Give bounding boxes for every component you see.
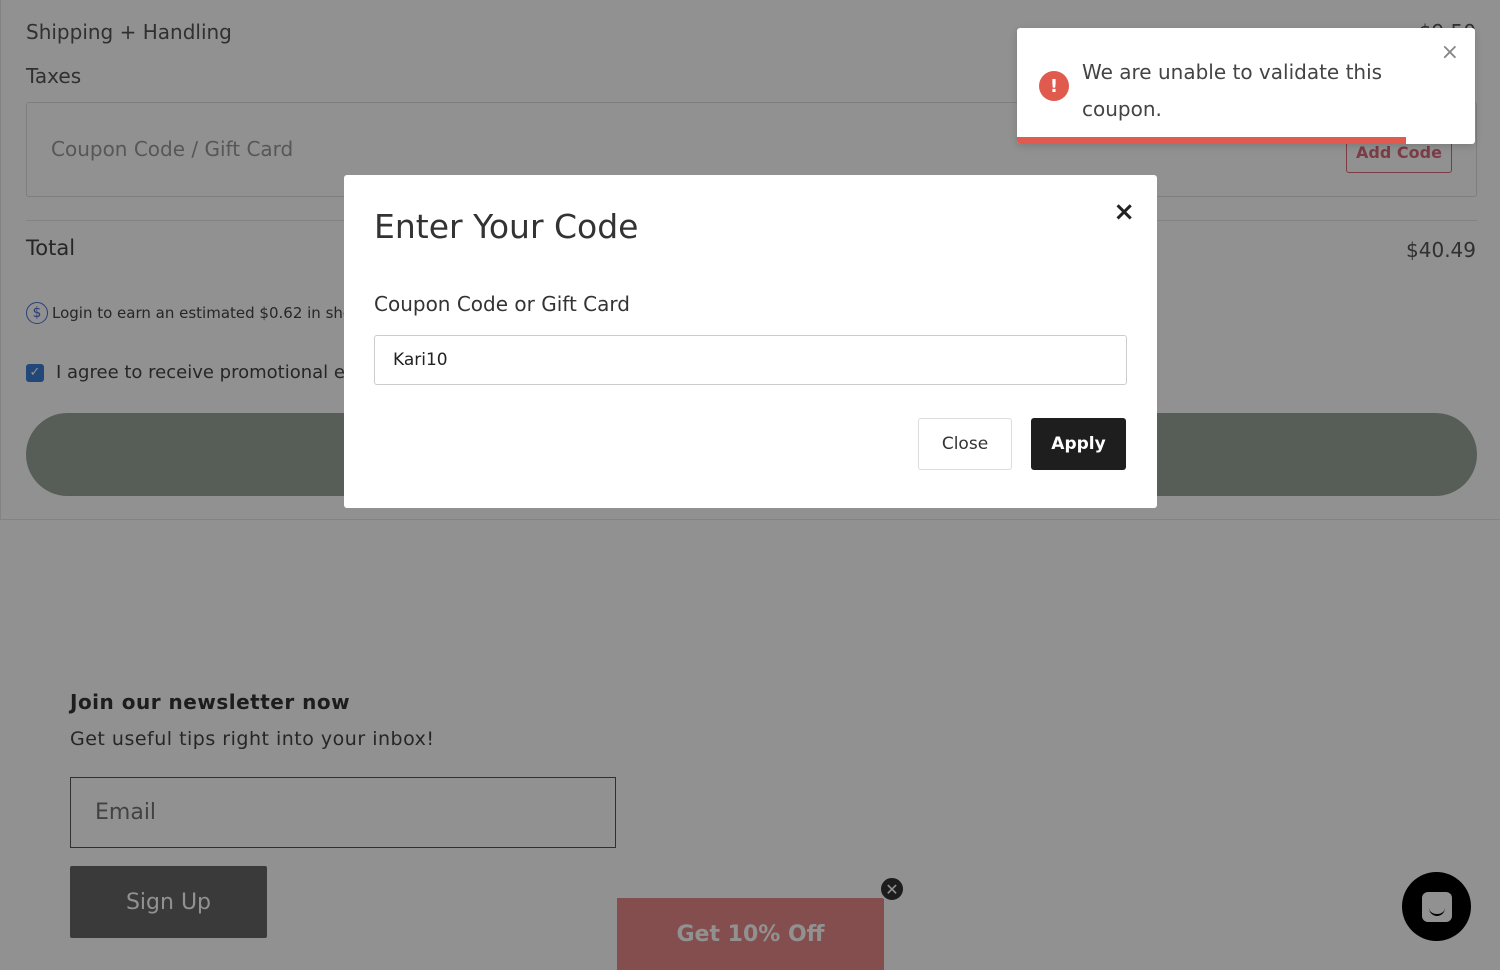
close-button[interactable]: Close — [918, 418, 1012, 470]
toast-message: We are unable to validate this coupon. — [1082, 60, 1383, 121]
coupon-modal: Enter Your Code × Coupon Code or Gift Ca… — [344, 175, 1157, 508]
coupon-field-label: Coupon Code or Gift Card — [374, 292, 630, 316]
error-toast: ! We are unable to validate this coupon.… — [1017, 28, 1475, 144]
toast-close-icon[interactable]: × — [1441, 40, 1459, 65]
toast-progress-bar — [1017, 137, 1407, 144]
apply-button[interactable]: Apply — [1031, 418, 1126, 470]
coupon-code-input[interactable] — [374, 335, 1127, 385]
alert-icon: ! — [1039, 71, 1069, 101]
modal-title: Enter Your Code — [374, 207, 639, 246]
modal-close-icon[interactable]: × — [1113, 197, 1135, 227]
